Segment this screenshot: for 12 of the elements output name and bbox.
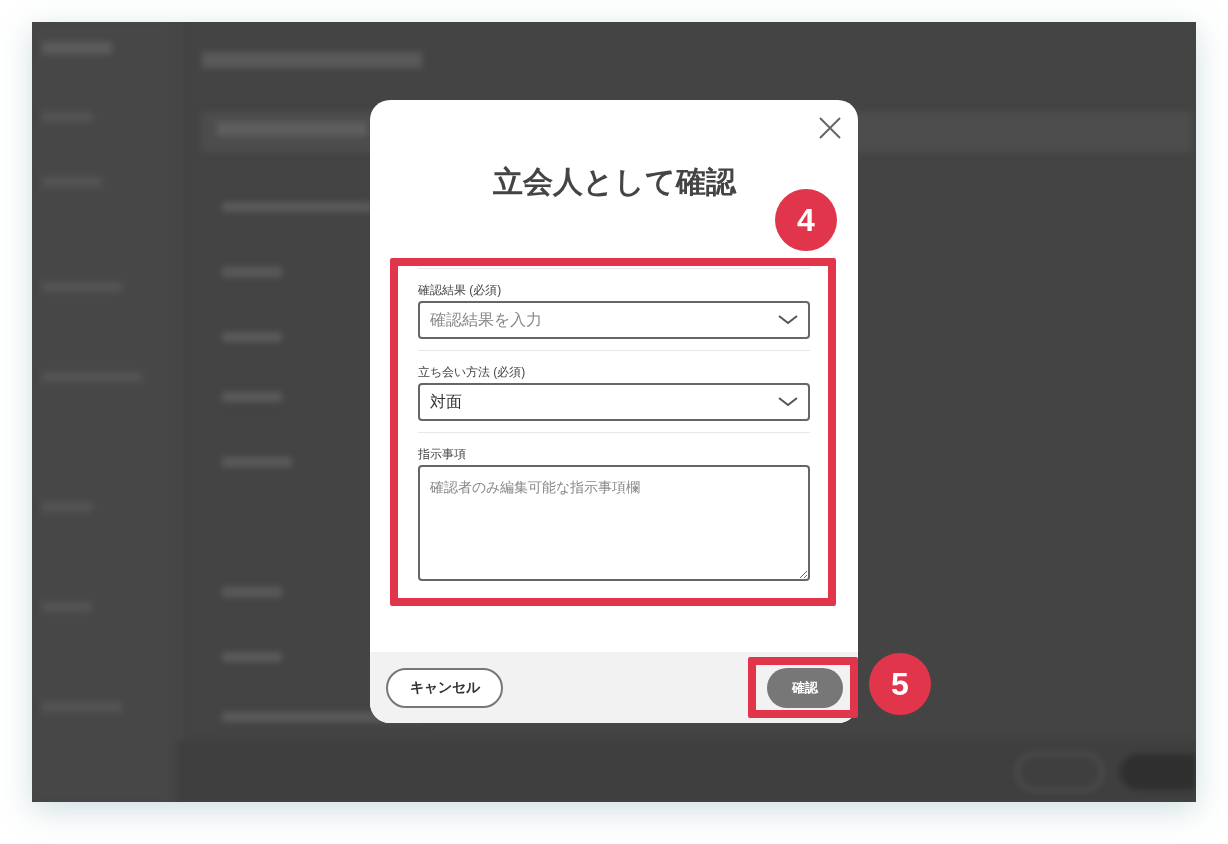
field-label: 立ち会い方法 (必須) [418, 364, 526, 380]
chevron-down-icon [778, 315, 798, 325]
cancel-button[interactable]: キャンセル [386, 667, 503, 708]
field-label: 確認結果 (必須) [418, 282, 502, 298]
select-field[interactable]: 確認結果を入力 [418, 301, 810, 339]
chevron-down-icon [778, 397, 798, 407]
select-field[interactable]: 対面 [418, 383, 810, 421]
field-label: 指示事項 [418, 446, 466, 462]
dialog-title: 立会人として確認 [492, 164, 736, 200]
text-area[interactable]: 確認者のみ編集可能な指示事項欄 [418, 465, 810, 581]
close-icon[interactable] [818, 116, 842, 140]
confirm-button[interactable]: 確認 [767, 667, 843, 708]
